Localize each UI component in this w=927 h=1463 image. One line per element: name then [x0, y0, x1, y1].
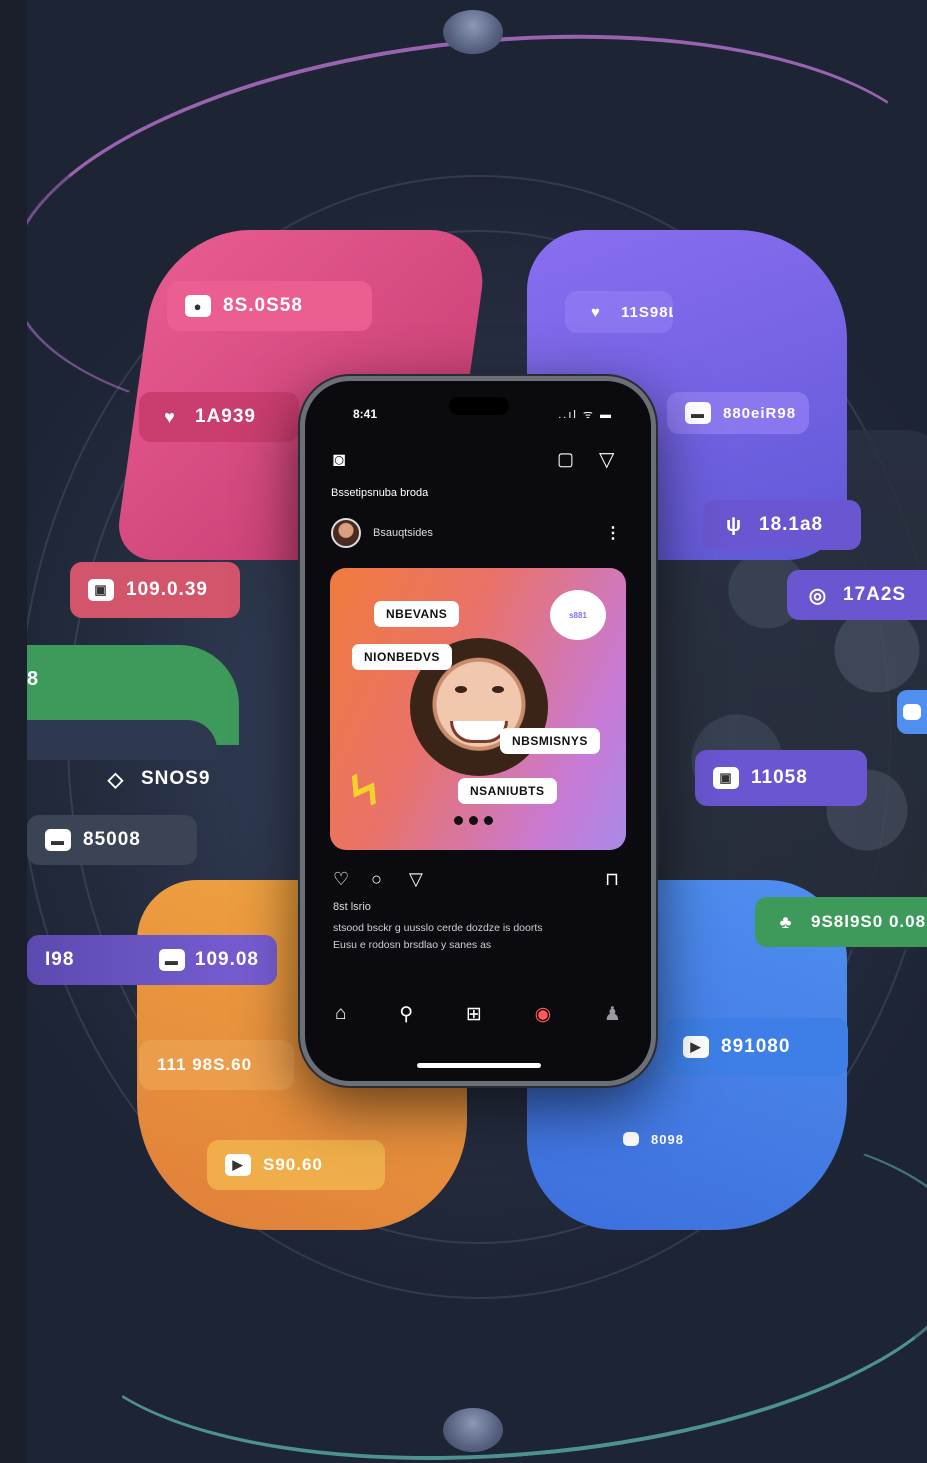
username[interactable]: Bsauqtsides [373, 527, 433, 539]
stat-pill-purple-top: ♥ 11S98L [565, 291, 673, 333]
bookmark-icon[interactable]: ⊓ [605, 869, 619, 890]
stat-pill-pink-top: ● 8S.0S58 [167, 281, 372, 331]
profile-icon[interactable]: ♟ [604, 1003, 621, 1026]
stat-pill-purple-mid: ▬ 880eiR98 [667, 392, 809, 434]
stat-value: S90.60 [263, 1155, 323, 1174]
likes-count: 8st lsrio [333, 901, 371, 913]
infographic-stage: ● 8S.0S58 ♥ 1A939 ▣ 109.0.39 8 ◇ SNOS9 ▬ 8500… [27, 0, 927, 1463]
stat-pill-blue-a: ▶ 891080 [665, 1018, 848, 1076]
stat-value: 109.0.39 [126, 579, 208, 600]
stat-value: 9S8l9S0 0.08 [811, 912, 927, 931]
stat-value: 1A939 [195, 406, 256, 427]
stat-pill-purple-right-a: ψ 18.1a8 [703, 500, 861, 550]
left-edge-strip [0, 0, 27, 1463]
stat-pill-orange-a: 111 98S.60 [139, 1040, 294, 1090]
share-icon[interactable]: ▽ [409, 869, 423, 890]
message-icon [903, 704, 921, 720]
comment-icon[interactable]: ○ [371, 869, 382, 890]
heart-icon: ♥ [591, 303, 601, 321]
activity-icon[interactable]: ▢ [557, 449, 574, 470]
home-icon[interactable]: ⌂ [335, 1003, 346, 1026]
home-indicator [417, 1063, 541, 1068]
post-tag[interactable]: NBEVANS [374, 601, 460, 627]
stat-pill-dark-left: ▬ 85008 [27, 815, 197, 865]
stat-pill-blue-b: 8098 [605, 1118, 705, 1160]
sticker-bubble: s881 [550, 590, 606, 640]
stat-value: 85008 [83, 829, 141, 850]
stat-pill-white-left: ◇ SNOS9 [85, 754, 265, 804]
stat-value: 8S.0S58 [223, 295, 303, 316]
play-icon: ▶ [683, 1036, 709, 1058]
search-icon[interactable]: ⚲ [399, 1003, 413, 1026]
like-icon[interactable]: ♡ [333, 869, 349, 890]
stat-value: 891080 [721, 1036, 791, 1057]
post-actions: ♡ ○ ▽ ⊓ [333, 869, 633, 893]
chat-icon: ● [185, 295, 211, 317]
portrait-eye-left [455, 686, 467, 693]
message-icon: ▬ [158, 949, 185, 971]
phone-mockup: 8:41 ..ıl ᯤ ▬ ◙ ▢ ▽ Bssetipsnuba broda B… [300, 376, 656, 1086]
status-time: 8:41 [353, 407, 378, 421]
stat-pill-green-right: ♣ 9S8l9S0 0.08 [755, 897, 927, 947]
stat-value: 8098 [651, 1131, 684, 1147]
caption-line: stsood bsckr g uusslo cerde dozdze is do… [333, 922, 543, 934]
stat-value: 109.08 [194, 949, 259, 970]
portrait-eye-right [492, 686, 504, 693]
bag-icon: ♣ [779, 911, 793, 932]
stat-pill-orange-b: ▶ S90.60 [207, 1140, 385, 1190]
add-post-icon[interactable]: ⊞ [466, 1003, 482, 1026]
stat-value: 11S98L [621, 303, 673, 321]
green-bar-value: 8 [27, 668, 39, 690]
stat-value: 18.1a8 [759, 514, 824, 535]
play-icon: ▶ [225, 1154, 251, 1176]
bottom-knob [443, 1408, 503, 1452]
status-icons: ..ıl ᯤ ▬ [558, 409, 613, 421]
stat-value: SNOS9 [141, 768, 211, 789]
stat-pill-purple-right-b: ◎ 17A2S [787, 570, 927, 620]
top-knob [443, 10, 503, 54]
image-icon: ▣ [713, 767, 739, 789]
message-icon: ▬ [45, 829, 71, 851]
more-options-icon[interactable]: ⋮ [605, 523, 621, 543]
heart-icon: ♥ [164, 406, 176, 427]
stat-group: ▬ 109.08 [158, 949, 259, 971]
stat-value: 17A2S [843, 584, 907, 605]
stat-pill-purple-right-c: ▣ 11058 [695, 750, 867, 806]
app-handle: Bssetipsnuba broda [331, 487, 429, 499]
post-tag[interactable]: NSANIUBTS [458, 778, 557, 804]
stat-value: I98 [45, 949, 75, 970]
shield-icon: ◎ [808, 584, 828, 607]
message-icon: ▬ [685, 402, 711, 424]
carousel-dots [454, 816, 493, 825]
caption-line: Eusu e rodosn brsdlao y sanes as [333, 939, 492, 951]
post-tag[interactable]: NIONBEDVS [352, 644, 452, 670]
post-image[interactable]: NBEVANS NIONBEDVS NBSMISNYS NSANIUBTS s8… [330, 568, 626, 850]
avatar[interactable] [331, 518, 361, 548]
reels-icon[interactable]: ◉ [535, 1003, 552, 1026]
stat-value: 880eiR98 [723, 404, 797, 422]
sparkle-doodle: ϟ [341, 762, 388, 821]
image-icon: ▣ [88, 579, 114, 601]
bottom-tab-bar: ⌂ ⚲ ⊞ ◉ ♟ [335, 1003, 621, 1026]
camera-notch [449, 397, 509, 415]
wave-icon: ψ [725, 513, 743, 536]
send-icon[interactable]: ▽ [599, 447, 614, 472]
stat-value: 11058 [751, 767, 808, 788]
stat-pill-red-left: ▣ 109.0.39 [70, 562, 240, 618]
stat-pill-purple-left: I98 ▬ 109.08 [27, 935, 277, 985]
post-tag[interactable]: NBSMISNYS [500, 728, 600, 754]
message-icon [623, 1132, 639, 1146]
stat-pill-blue-edge [897, 690, 927, 734]
camera-icon[interactable]: ◙ [333, 449, 345, 472]
diamond-icon: ◇ [107, 768, 125, 791]
stat-value: 111 98S.60 [157, 1055, 253, 1074]
stat-pill-pink-mid: ♥ 1A939 [139, 392, 299, 442]
